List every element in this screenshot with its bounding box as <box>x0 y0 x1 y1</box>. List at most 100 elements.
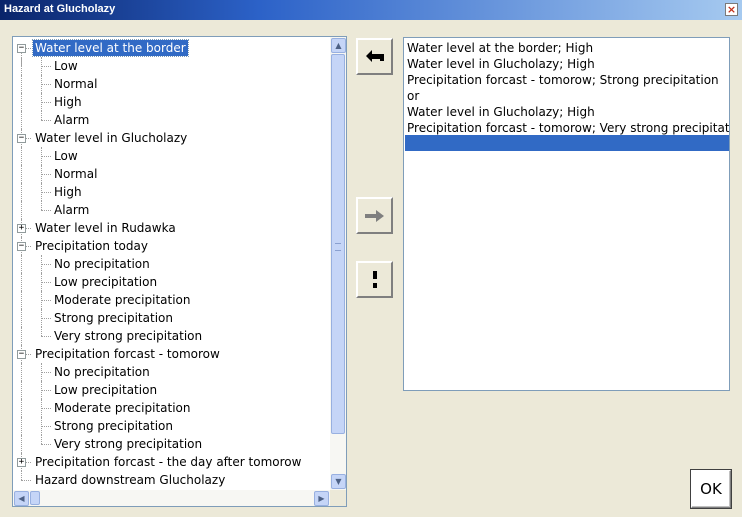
tree-node-label: Moderate precipitation <box>54 401 191 415</box>
criteria-tree[interactable]: − Water level at the border Low Normal High A… <box>12 36 347 507</box>
tree-node-label: Moderate precipitation <box>54 293 191 307</box>
tree-node-label: No precipitation <box>54 365 150 379</box>
insert-condition-button[interactable] <box>356 38 393 75</box>
window-title: Hazard at Glucholazy <box>4 3 116 15</box>
tree-node-label: Precipitation today <box>35 239 148 253</box>
right-arrow-icon <box>365 210 384 222</box>
tree-leaf[interactable]: Low <box>13 147 329 165</box>
collapse-icon[interactable]: − <box>17 134 26 143</box>
tree-connector <box>41 264 51 265</box>
or-button[interactable] <box>356 261 393 298</box>
tree-connector <box>21 363 22 381</box>
tree-connector <box>41 111 42 120</box>
tree-category[interactable]: − Precipitation today <box>13 237 329 255</box>
tree-node-label: Water level in Glucholazy <box>35 131 188 145</box>
tree-connector <box>21 273 22 291</box>
tree-node-label: Hazard downstream Glucholazy <box>35 473 226 487</box>
tree-node-label: Low <box>54 149 78 163</box>
close-icon[interactable]: × <box>725 3 738 16</box>
tree-connector <box>41 210 51 211</box>
tree-connector <box>41 156 51 157</box>
rule-line[interactable]: Precipitation forcast - tomorow; Strong … <box>407 72 719 88</box>
tree-connector <box>41 408 51 409</box>
expand-icon[interactable]: + <box>17 224 26 233</box>
collapse-icon[interactable]: − <box>17 242 26 251</box>
tree-node-label: Low precipitation <box>54 383 158 397</box>
tree-node-label: No precipitation <box>54 257 150 271</box>
tree-leaf[interactable]: Low <box>13 57 329 75</box>
ok-button[interactable]: OK <box>691 470 731 508</box>
collapse-icon[interactable]: − <box>17 350 26 359</box>
tree-connector <box>41 102 51 103</box>
expand-icon[interactable]: + <box>17 458 26 467</box>
tree-leaf[interactable]: Moderate precipitation <box>13 291 329 309</box>
tree-leaf[interactable]: Alarm <box>13 111 329 129</box>
tree-node-label: Alarm <box>54 113 90 127</box>
tree-connector <box>21 309 22 327</box>
tree-leaf[interactable]: High <box>13 183 329 201</box>
rule-line[interactable]: Water level in Glucholazy; High <box>407 56 595 72</box>
tree-leaf[interactable]: Strong precipitation <box>13 309 329 327</box>
tree-node-label: Alarm <box>54 203 90 217</box>
tree-leaf[interactable]: No precipitation <box>13 255 329 273</box>
tree-node-label: Water level in Rudawka <box>35 221 176 235</box>
tree-leaf[interactable]: Normal <box>13 165 329 183</box>
tree-leaf[interactable]: Low precipitation <box>13 381 329 399</box>
tree-node-label: Precipitation forcast - tomorow <box>35 347 220 361</box>
tree-connector <box>41 120 51 121</box>
rules-list[interactable]: Water level at the border; High Water le… <box>403 37 730 391</box>
tree-category[interactable]: − Water level in Glucholazy <box>13 129 329 147</box>
scroll-left-icon[interactable]: ◀ <box>14 491 29 506</box>
tree-category[interactable]: − Water level at the border <box>13 39 329 66</box>
tree-leaf[interactable]: High <box>13 93 329 111</box>
tree-leaf[interactable]: No precipitation <box>13 363 329 381</box>
tree-horizontal-scrollbar[interactable]: ◀ ▶ <box>13 490 330 506</box>
tree-vertical-scrollbar[interactable]: ▲ ▼ <box>330 37 346 490</box>
tree-leaf[interactable]: Normal <box>13 75 329 93</box>
tree-category[interactable]: Hazard downstream Glucholazy <box>13 471 329 489</box>
exclamation-icon <box>373 271 377 288</box>
tree-node-label: Very strong precipitation <box>54 329 203 343</box>
tree-connector <box>21 291 22 309</box>
tree-connector <box>21 57 22 75</box>
tree-leaf[interactable]: Low precipitation <box>13 273 329 291</box>
tree-leaf[interactable]: Moderate precipitation <box>13 399 329 417</box>
tree-category[interactable]: − Precipitation forcast - tomorow <box>13 345 329 363</box>
scroll-up-icon[interactable]: ▲ <box>331 38 346 53</box>
rules-selected-row[interactable] <box>405 135 729 151</box>
scroll-right-icon[interactable]: ▶ <box>314 491 329 506</box>
tree-connector <box>41 372 51 373</box>
rule-line[interactable]: Precipitation forcast - tomorow; Very st… <box>407 120 729 136</box>
add-condition-button[interactable] <box>356 197 393 234</box>
tree-connector <box>41 336 51 337</box>
tree-connector <box>41 318 51 319</box>
tree-connector <box>41 84 51 85</box>
tree-node-label: Precipitation forcast - the day after to… <box>35 455 302 469</box>
tree-leaf[interactable]: Very strong precipitation <box>13 327 329 345</box>
tree-connector <box>21 165 22 183</box>
tree-category[interactable]: + Water level in Rudawka <box>13 219 329 237</box>
tree-connector <box>21 381 22 399</box>
horizontal-scroll-thumb[interactable] <box>30 491 40 505</box>
scroll-thumb[interactable] <box>331 54 345 434</box>
rule-line[interactable]: Water level in Glucholazy; High <box>407 104 595 120</box>
scroll-down-icon[interactable]: ▼ <box>331 474 346 489</box>
rule-line[interactable]: Water level at the border; High <box>407 40 593 56</box>
tree-node-label: Water level at the border <box>32 39 189 57</box>
tree-connector <box>41 444 51 445</box>
return-arrow-icon <box>366 50 384 62</box>
tree-category[interactable]: + Precipitation forcast - the day after t… <box>13 453 329 471</box>
tree-node-label: High <box>54 95 82 109</box>
tree-connector <box>21 75 22 93</box>
tree-connector <box>41 327 42 336</box>
tree-connector <box>21 93 22 111</box>
scroll-corner <box>330 490 346 506</box>
tree-leaf[interactable]: Strong precipitation <box>13 417 329 435</box>
tree-connector <box>41 282 51 283</box>
tree-connector <box>21 435 22 453</box>
tree-node-label: Strong precipitation <box>54 311 173 325</box>
tree-leaf[interactable]: Very strong precipitation <box>13 435 329 453</box>
collapse-icon[interactable]: − <box>17 44 26 53</box>
tree-leaf[interactable]: Alarm <box>13 201 329 219</box>
rule-line[interactable]: or <box>407 88 419 104</box>
